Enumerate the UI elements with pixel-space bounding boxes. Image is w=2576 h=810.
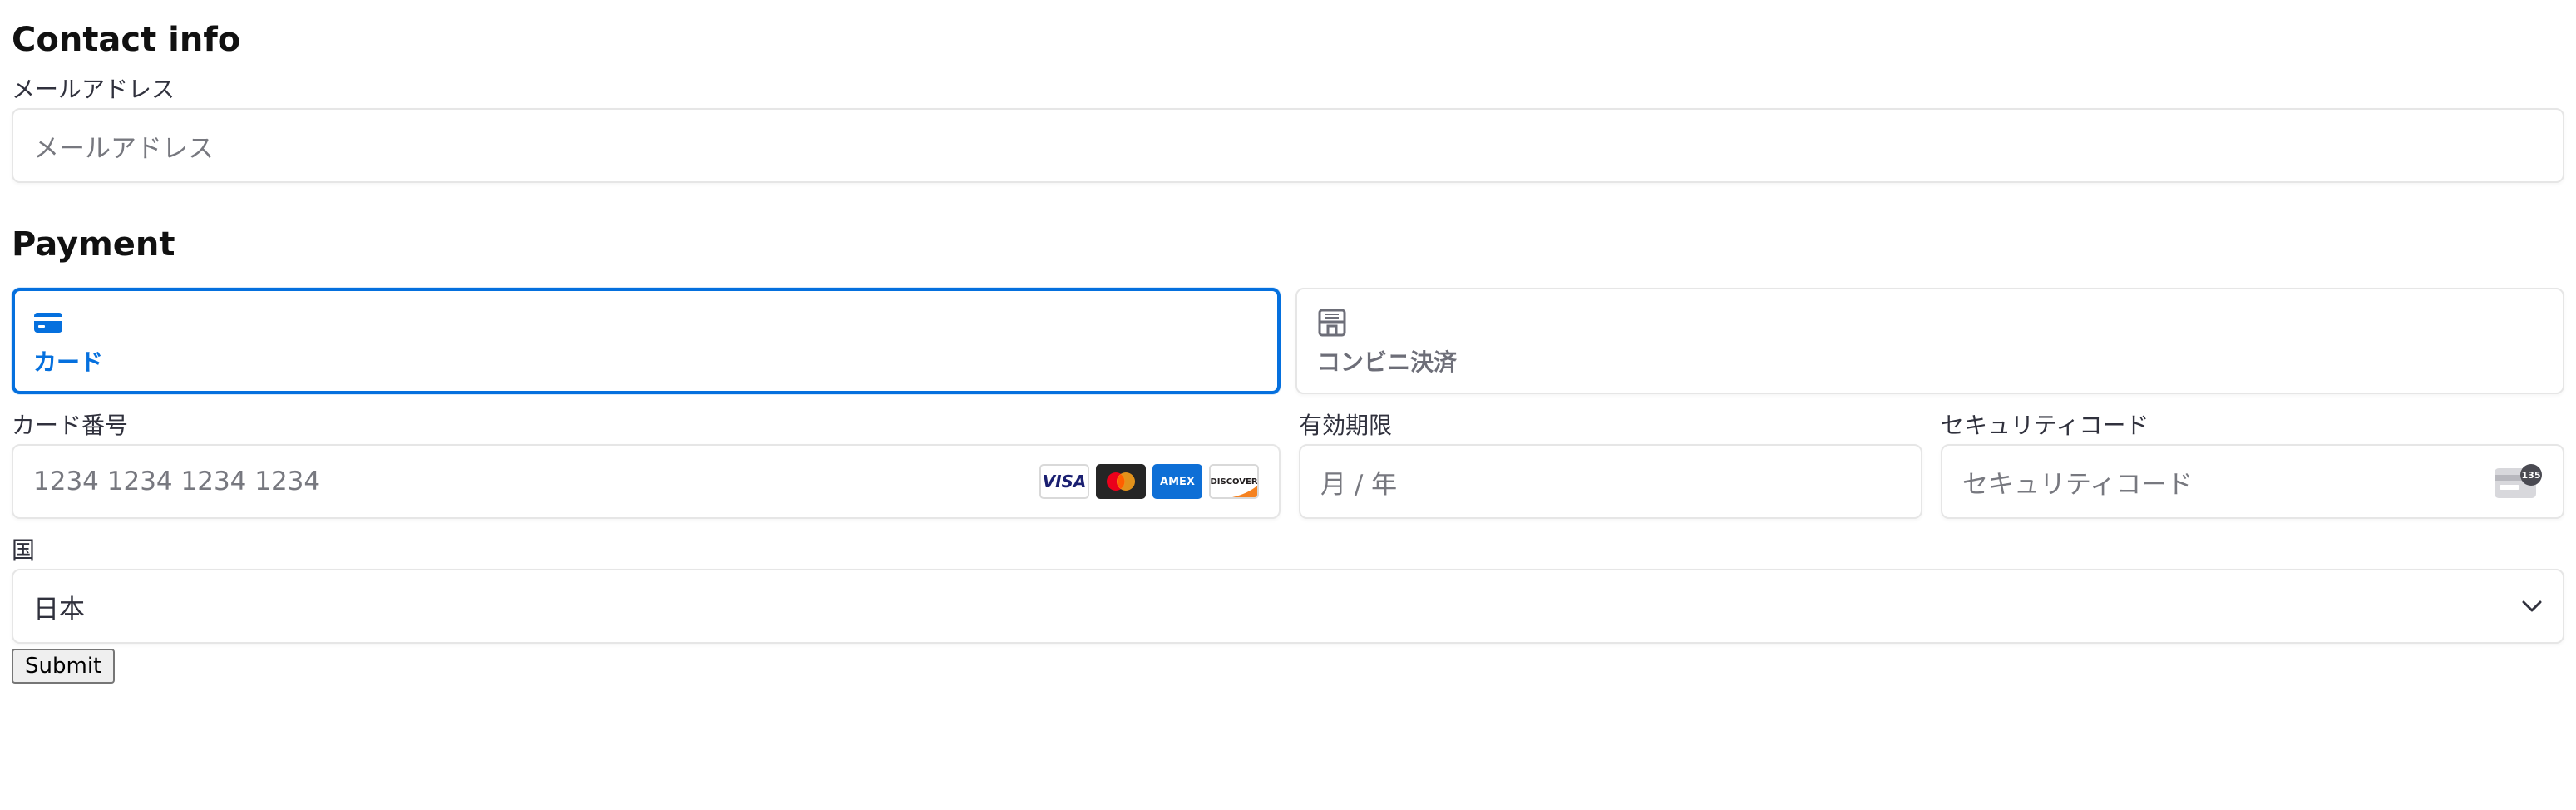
expiry-field[interactable]: 月 / 年 bbox=[1299, 444, 1922, 519]
discover-icon: DISCOVER bbox=[1209, 464, 1259, 499]
chevron-down-icon bbox=[2522, 600, 2542, 612]
submit-button[interactable]: Submit bbox=[12, 649, 116, 684]
email-field[interactable]: メールアドレス bbox=[12, 108, 2564, 183]
discover-logo-text: DISCOVER bbox=[1210, 477, 1258, 486]
tab-konbini-label: コンビニ決済 bbox=[1317, 348, 1458, 376]
card-brand-logos: VISA AMEX DISCOVER bbox=[1039, 464, 1259, 499]
country-label: 国 bbox=[12, 536, 36, 564]
cvc-field[interactable]: セキュリティコード 135 bbox=[1941, 444, 2564, 519]
cvc-icon-digits: 135 bbox=[2522, 470, 2541, 481]
payment-heading: Payment bbox=[12, 225, 175, 264]
card-number-field[interactable]: 1234 1234 1234 1234 VISA AMEX DISCOVER bbox=[12, 444, 1281, 519]
email-label: メールアドレス bbox=[12, 76, 175, 103]
expiry-group: 有効期限 月 / 年 bbox=[1299, 411, 1922, 519]
cvc-label: セキュリティコード bbox=[1941, 412, 2149, 439]
payment-method-tabs: カード コンビニ決済 bbox=[12, 288, 2564, 394]
visa-icon: VISA bbox=[1039, 464, 1089, 499]
card-number-group: カード番号 1234 1234 1234 1234 VISA AMEX DISC bbox=[12, 411, 1281, 519]
tab-card-label: カード bbox=[33, 348, 104, 376]
card-details-row: カード番号 1234 1234 1234 1234 VISA AMEX DISC bbox=[12, 411, 2564, 519]
card-number-placeholder: 1234 1234 1234 1234 bbox=[33, 467, 321, 496]
konbini-store-icon bbox=[1318, 309, 1346, 337]
tab-card[interactable]: カード bbox=[12, 288, 1281, 394]
amex-icon: AMEX bbox=[1152, 464, 1202, 499]
tab-konbini[interactable]: コンビニ決済 bbox=[1295, 288, 2564, 394]
cvc-group: セキュリティコード セキュリティコード 135 bbox=[1941, 411, 2564, 519]
expiry-placeholder: 月 / 年 bbox=[1320, 469, 1398, 500]
cvc-placeholder: セキュリティコード bbox=[1962, 469, 2194, 500]
checkout-form: Contact info メールアドレス メールアドレス Payment カード… bbox=[0, 0, 2576, 810]
contact-info-heading: Contact info bbox=[12, 21, 241, 59]
country-select[interactable]: 日本 bbox=[12, 569, 2564, 644]
card-icon bbox=[34, 313, 62, 333]
country-value: 日本 bbox=[33, 594, 85, 625]
mastercard-icon bbox=[1096, 464, 1146, 499]
email-placeholder: メールアドレス bbox=[33, 133, 214, 164]
expiry-label: 有効期限 bbox=[1299, 412, 1393, 439]
card-number-label: カード番号 bbox=[12, 412, 129, 439]
cvc-card-icon: 135 bbox=[2495, 464, 2542, 498]
